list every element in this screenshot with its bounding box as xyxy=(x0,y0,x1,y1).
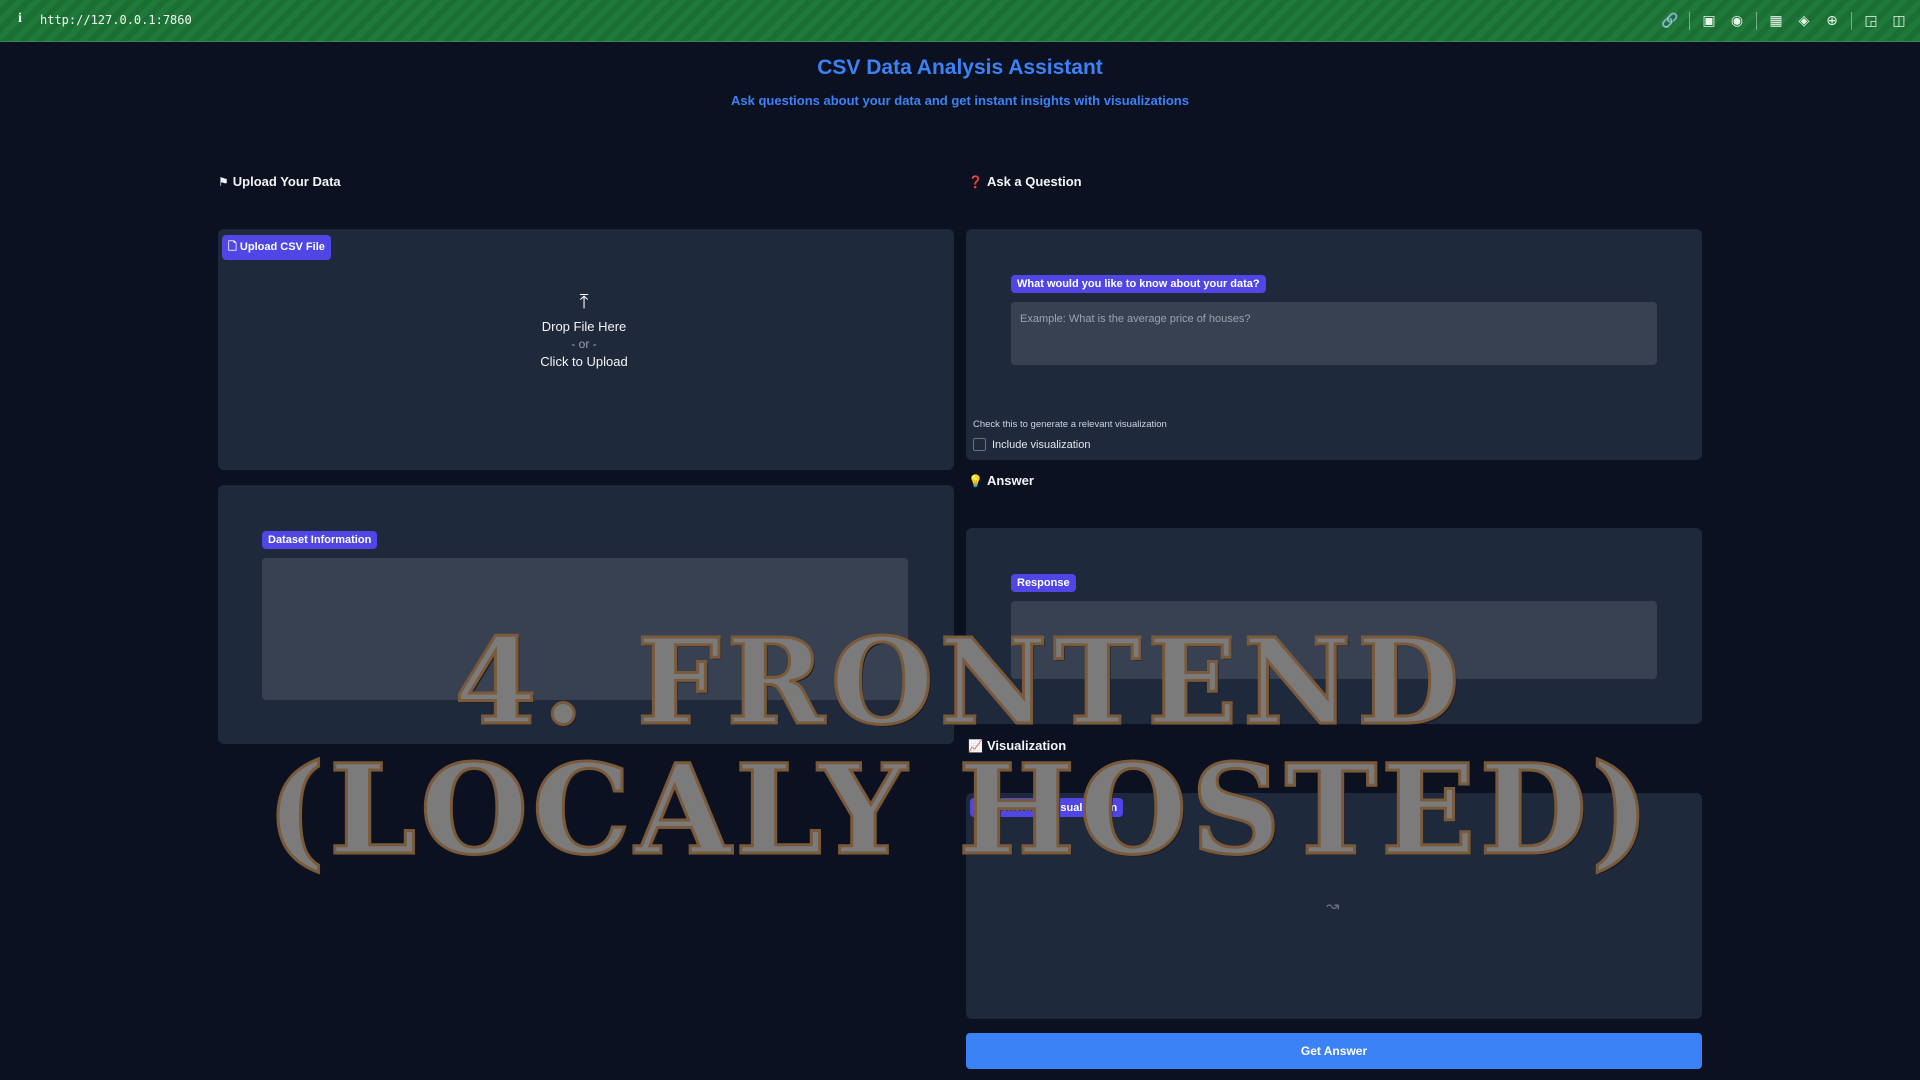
upload-dropzone[interactable]: 🗋 Upload CSV File ⤒ Drop File Here - or … xyxy=(218,229,954,470)
include-visualization-checkbox[interactable] xyxy=(973,438,986,451)
question-placeholder: Example: What is the average price of ho… xyxy=(1020,313,1251,325)
lightbulb-icon: 💡 xyxy=(968,474,983,488)
or-text: - or - xyxy=(571,337,597,351)
link-icon[interactable]: 🔗 xyxy=(1661,12,1679,30)
question-section-title: ❓ Ask a Question xyxy=(968,174,1082,189)
answer-section-label: Answer xyxy=(986,473,1034,488)
question-input[interactable]: Example: What is the average price of ho… xyxy=(1011,302,1657,365)
puzzle-icon[interactable]: ◲ xyxy=(1862,12,1880,30)
question-mark-icon: ❓ xyxy=(968,175,983,189)
upload-csv-badge: 🗋 Upload CSV File xyxy=(222,235,331,260)
browser-toolbar: i http://127.0.0.1:7860 🔗 ▣ ◉ ▦ ◈ ⊕ ◲ ◫ xyxy=(0,0,1920,42)
toolbar-divider xyxy=(1756,12,1757,30)
globe-icon[interactable]: ◈ xyxy=(1795,12,1813,30)
overlay-caption-line1: 4. FRONTEND xyxy=(453,611,1466,753)
toolbar-divider xyxy=(1851,12,1852,30)
include-visualization-row[interactable]: Include visualization xyxy=(973,438,1090,451)
response-badge: Response xyxy=(1011,574,1076,592)
upload-section-label: Upload Your Data xyxy=(232,174,341,189)
question-badge: What would you like to know about your d… xyxy=(1011,275,1266,293)
page-subtitle: Ask questions about your data and get in… xyxy=(731,93,1189,108)
browser-toolbar-icons: 🔗 ▣ ◉ ▦ ◈ ⊕ ◲ ◫ xyxy=(1661,10,1908,32)
sidebar-icon[interactable]: ◫ xyxy=(1890,12,1908,30)
dataset-info-badge: Dataset Information xyxy=(262,531,378,549)
chart-placeholder-icon: ↝ xyxy=(1326,896,1340,915)
answer-section-title: 💡 Answer xyxy=(968,473,1034,488)
question-panel: What would you like to know about your d… xyxy=(966,229,1702,460)
flag-icon: ⚑ xyxy=(218,175,229,189)
toolbar-divider xyxy=(1689,12,1690,30)
upload-prompt[interactable]: ⤒ Drop File Here - or - Click to Upload xyxy=(218,289,950,369)
screen-icon[interactable]: ▣ xyxy=(1700,12,1718,30)
page-title: CSV Data Analysis Assistant xyxy=(817,56,1103,79)
drop-file-text: Drop File Here xyxy=(541,319,627,334)
upload-icon: ⤒ xyxy=(579,289,589,313)
visualization-hint: Check this to generate a relevant visual… xyxy=(973,419,1167,430)
get-answer-button[interactable]: Get Answer xyxy=(966,1033,1702,1069)
click-to-upload-text[interactable]: Click to Upload xyxy=(218,354,950,369)
camera-icon[interactable]: ◉ xyxy=(1728,12,1746,30)
overlay-caption-line2: (LOCALY HOSTED) xyxy=(265,737,1654,885)
address-bar[interactable]: http://127.0.0.1:7860 xyxy=(40,13,192,27)
include-visualization-label[interactable]: Include visualization xyxy=(992,439,1090,451)
upload-csv-label: Upload CSV File xyxy=(239,241,325,253)
info-icon[interactable]: i xyxy=(18,11,22,27)
terminal-icon[interactable]: ▦ xyxy=(1767,12,1785,30)
upload-section-title: ⚑ Upload Your Data xyxy=(218,174,341,189)
question-section-label: Ask a Question xyxy=(986,174,1082,189)
file-icon: 🗋 xyxy=(228,240,237,253)
crosshair-icon[interactable]: ⊕ xyxy=(1823,12,1841,30)
